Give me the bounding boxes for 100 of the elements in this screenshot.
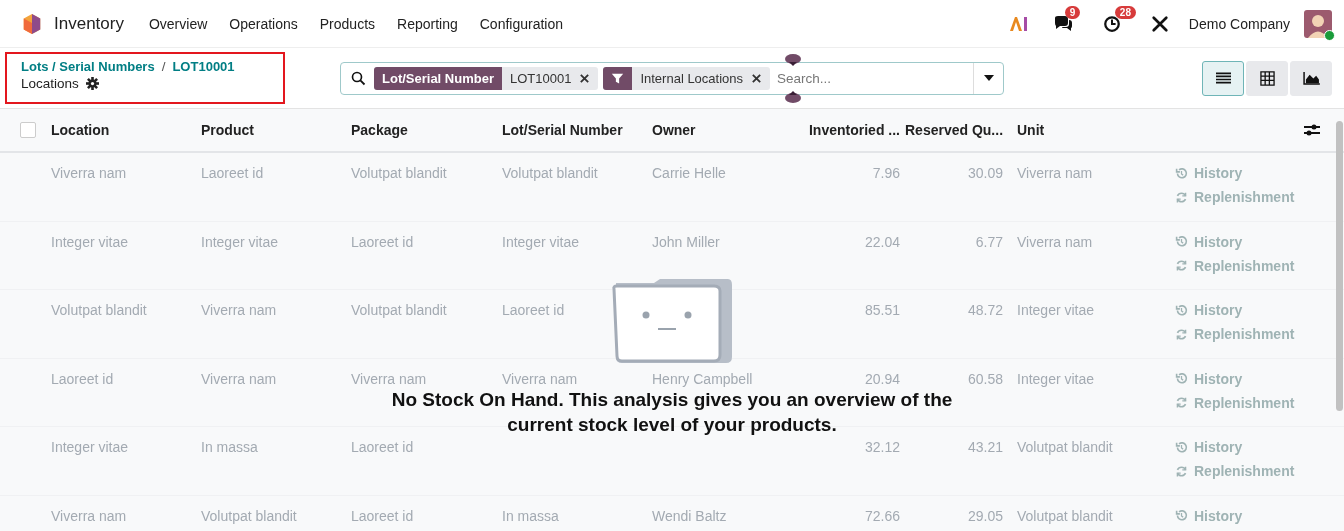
chat-icon[interactable] bbox=[1052, 14, 1073, 33]
list-icon bbox=[1215, 72, 1231, 84]
search-input[interactable]: Search... bbox=[775, 69, 973, 87]
settings-icon[interactable] bbox=[85, 77, 99, 90]
table-cell-text: Integer vitae bbox=[51, 233, 130, 250]
search-facet[interactable]: Lot/Serial Number LOT10001 bbox=[374, 66, 599, 90]
table-cell-text: 30.09 bbox=[966, 165, 1004, 181]
table-cell-text: Wendi Baltz bbox=[652, 507, 728, 524]
search-icon bbox=[351, 70, 366, 86]
column-header[interactable]: Owner bbox=[652, 122, 800, 138]
column-header[interactable]: Package bbox=[351, 122, 502, 138]
clock-icon[interactable] bbox=[1102, 14, 1121, 33]
cube-logo-icon[interactable] bbox=[21, 12, 43, 35]
table-cell-text: 60.58 bbox=[966, 370, 1004, 387]
column-header[interactable]: Product bbox=[201, 122, 351, 138]
drag-handle-icon[interactable] bbox=[785, 90, 801, 103]
empty-state-message: No Stock On Hand. This analysis gives you an overview of the current stock level of your products. bbox=[391, 389, 953, 435]
table-cell-text: Volutpat blandit bbox=[51, 302, 148, 319]
breadcrumb-link[interactable]: Lots / Serial Numbers bbox=[21, 59, 155, 74]
table-cell-text: In massa bbox=[502, 507, 560, 524]
menu-item[interactable]: Reporting bbox=[386, 15, 469, 32]
menu-item[interactable]: Overview bbox=[137, 15, 219, 32]
close-icon[interactable] bbox=[751, 72, 763, 84]
table-cell-text: Laoreet id bbox=[351, 507, 415, 524]
user-avatar-icon[interactable] bbox=[1304, 9, 1332, 38]
column-header[interactable]: Reserved Qu... bbox=[905, 122, 1008, 138]
area-chart-icon bbox=[1302, 71, 1320, 85]
table-cell-text: Volutpat blandit bbox=[351, 302, 448, 319]
table-cell-text: Volutpat blandit bbox=[351, 165, 448, 181]
search-facet[interactable]: Internal Locations bbox=[603, 66, 771, 90]
table-cell-text: 72.66 bbox=[863, 507, 901, 524]
caret-icon bbox=[983, 75, 994, 81]
history-icon bbox=[1175, 440, 1188, 454]
table-cell-text: Volutpat blandit bbox=[1016, 439, 1114, 456]
select-all-checkbox[interactable] bbox=[20, 122, 36, 138]
ai-icon[interactable] bbox=[1008, 15, 1029, 32]
table-cell-text: Laoreet id bbox=[201, 165, 265, 181]
table-cell-text: Volutpat blandit bbox=[502, 165, 599, 181]
close-icon[interactable] bbox=[579, 72, 591, 84]
grid-icon bbox=[1259, 70, 1275, 86]
refresh-icon bbox=[1175, 327, 1188, 341]
table-cell-text: Integer vitae bbox=[201, 233, 280, 250]
table-cell-text: 48.72 bbox=[966, 302, 1004, 319]
history-icon bbox=[1175, 166, 1188, 180]
table-cell-text: Viverra nam bbox=[1016, 165, 1094, 181]
table-cell-text: 85.51 bbox=[863, 302, 901, 319]
company-name[interactable]: Demo Company bbox=[1188, 15, 1290, 32]
table-cell-text: Viverra nam bbox=[201, 370, 278, 387]
search-field[interactable]: Lot/Serial Number LOT10001 Internal Locations Search... bbox=[340, 61, 1004, 95]
column-header[interactable]: Location bbox=[51, 122, 201, 138]
table-cell-text: Viverra nam bbox=[51, 507, 128, 524]
app-name[interactable]: Inventory bbox=[54, 13, 124, 34]
table-cell-text: 29.05 bbox=[966, 507, 1004, 524]
table-cell-text: Viverra nam bbox=[502, 370, 579, 387]
table-cell-text: Henry Campbell bbox=[652, 370, 754, 387]
drag-handle-icon[interactable] bbox=[785, 53, 801, 66]
view-switch-button[interactable] bbox=[1202, 60, 1244, 96]
facet-value: Internal Locations bbox=[639, 70, 745, 86]
empty-folder-icon bbox=[610, 279, 734, 365]
table-cell-text: 43.21 bbox=[966, 439, 1004, 456]
table-cell-text: John Miller bbox=[652, 233, 721, 250]
table-cell-text: Laoreet id bbox=[51, 370, 115, 387]
menu-item[interactable]: Configuration bbox=[468, 15, 574, 32]
filter-icon bbox=[611, 71, 625, 85]
page-title: Locations bbox=[21, 76, 79, 91]
refresh-icon bbox=[1175, 259, 1188, 273]
sliders-icon[interactable] bbox=[1304, 123, 1320, 137]
table-cell-text: 32.12 bbox=[863, 439, 901, 456]
refresh-icon bbox=[1175, 190, 1188, 204]
table-cell-text: Carrie Helle bbox=[652, 165, 727, 181]
table-cell-text: Viverra nam bbox=[1016, 233, 1094, 250]
column-header[interactable]: Inventoried ... bbox=[800, 122, 905, 138]
table-cell-text: Laoreet id bbox=[351, 439, 415, 456]
refresh-icon bbox=[1175, 396, 1188, 410]
table-cell-text: Laoreet id bbox=[351, 233, 415, 250]
facet-label: Lot/Serial Number bbox=[374, 66, 502, 90]
table-cell-text: Integer vitae bbox=[1016, 370, 1096, 387]
table-cell-text: 22.04 bbox=[863, 233, 901, 250]
column-header[interactable]: Lot/Serial Number bbox=[502, 122, 652, 138]
table-cell-text: Volutpat blandit bbox=[201, 507, 298, 524]
history-icon bbox=[1175, 235, 1188, 249]
table-cell-text: Integer vitae bbox=[502, 233, 581, 250]
menu-item[interactable]: Products bbox=[308, 15, 387, 32]
activity-count-badge: 28 bbox=[1114, 5, 1136, 19]
refresh-icon bbox=[1175, 464, 1188, 478]
message-count-badge: 9 bbox=[1064, 5, 1081, 19]
history-icon bbox=[1175, 372, 1188, 386]
breadcrumb-separator: / bbox=[161, 59, 166, 74]
menu-item[interactable]: Operations bbox=[218, 15, 309, 32]
table-cell-text: Viverra nam bbox=[201, 302, 278, 319]
history-icon bbox=[1175, 303, 1188, 317]
facet-value: LOT10001 bbox=[508, 70, 573, 86]
column-header[interactable]: Unit bbox=[1008, 122, 1175, 138]
table-cell-text: 7.96 bbox=[871, 165, 901, 181]
table-cell-text: Viverra nam bbox=[351, 370, 428, 387]
table-cell-text: 20.94 bbox=[863, 370, 901, 387]
table-cell-text: Integer vitae bbox=[1016, 302, 1096, 319]
scrollbar[interactable] bbox=[1336, 121, 1343, 411]
breadcrumb-link[interactable]: LOT10001 bbox=[172, 59, 235, 74]
table-cell-text: Integer vitae bbox=[51, 439, 130, 456]
